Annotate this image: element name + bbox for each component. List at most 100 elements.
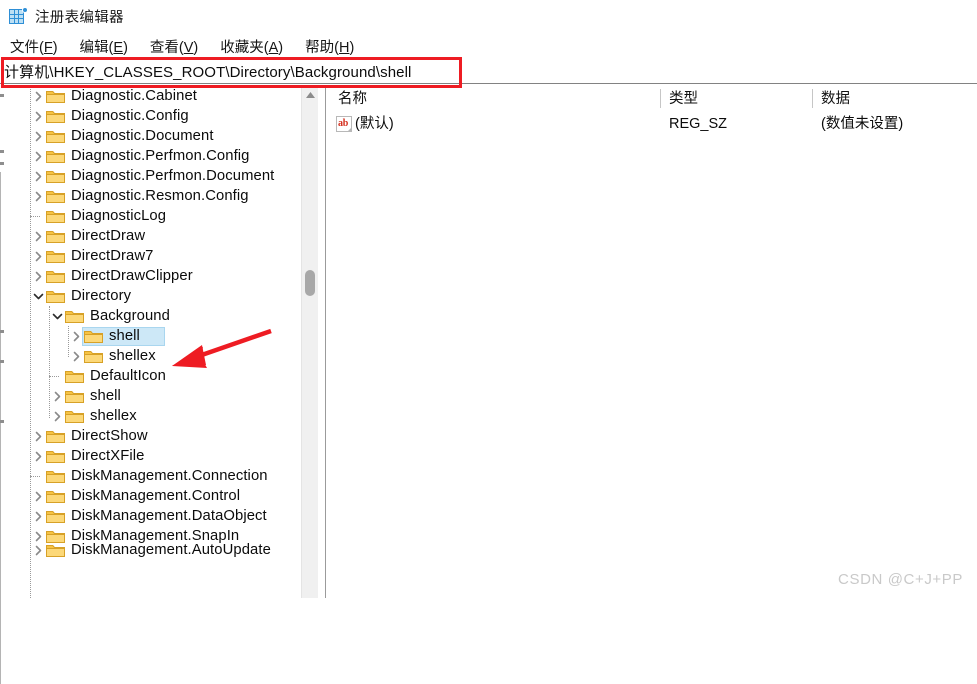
column-header-type[interactable]: 类型 <box>660 86 812 112</box>
chevron-right-icon[interactable] <box>30 226 46 246</box>
menu-favorites[interactable]: 收藏夹(A) <box>220 35 283 58</box>
tree-item-label: Diagnostic.Cabinet <box>71 88 197 104</box>
registry-tree-rows: Diagnostic.Cabinet Diagnostic.Config Diagn… <box>0 86 310 558</box>
tree-item[interactable]: shell <box>0 386 310 406</box>
tree-item[interactable]: Diagnostic.Resmon.Config <box>0 186 310 206</box>
tree-item[interactable]: DiskManagement.Connection <box>0 466 310 486</box>
menu-accelerator: A <box>268 39 279 56</box>
folder-icon <box>46 529 65 544</box>
folder-icon <box>65 409 84 424</box>
pane-splitter[interactable] <box>325 86 327 598</box>
value-type: REG_SZ <box>669 116 728 132</box>
column-separator[interactable] <box>660 89 661 108</box>
tree-item[interactable]: DefaultIcon <box>0 366 310 386</box>
tree-item[interactable]: DiskManagement.AutoUpdate <box>0 542 310 558</box>
folder-icon <box>46 129 65 144</box>
folder-icon <box>46 169 65 184</box>
folder-icon <box>46 429 65 444</box>
tree-item[interactable]: Directory <box>0 286 310 306</box>
tree-item[interactable]: Diagnostic.Document <box>0 126 310 146</box>
folder-icon <box>46 89 65 104</box>
tree-item-label: Diagnostic.Document <box>71 128 214 144</box>
tree-item[interactable]: DirectShow <box>0 426 310 446</box>
chevron-right-icon[interactable] <box>30 506 46 526</box>
registry-values-pane[interactable]: 名称 类型 数据 ab (默认) REG_SZ (数值未设置) <box>329 86 977 598</box>
folder-icon <box>46 543 65 558</box>
tree-item-label: Diagnostic.Perfmon.Config <box>71 148 250 164</box>
chevron-right-icon[interactable] <box>30 540 46 560</box>
tree-item[interactable]: DiagnosticLog <box>0 206 310 226</box>
folder-icon <box>46 269 65 284</box>
chevron-right-icon[interactable] <box>30 146 46 166</box>
tree-item[interactable]: DirectDraw <box>0 226 310 246</box>
window-edge-marker <box>0 420 4 423</box>
tree-item[interactable]: DiskManagement.Control <box>0 486 310 506</box>
menu-help[interactable]: 帮助(H) <box>305 35 354 58</box>
tree-leaf-spacer <box>30 466 46 486</box>
tree-item[interactable]: DirectXFile <box>0 446 310 466</box>
tree-item[interactable]: Diagnostic.Perfmon.Document <box>0 166 310 186</box>
tree-item-label: DiskManagement.Control <box>71 488 241 504</box>
chevron-right-icon[interactable] <box>30 166 46 186</box>
chevron-right-icon[interactable] <box>68 346 84 366</box>
address-bar[interactable]: 计算机\HKEY_CLASSES_ROOT\Directory\Backgrou… <box>0 59 977 84</box>
chevron-right-icon[interactable] <box>30 246 46 266</box>
tree-item[interactable]: Diagnostic.Config <box>0 106 310 126</box>
scroll-up-arrow-icon[interactable] <box>302 86 318 103</box>
chevron-down-icon[interactable] <box>49 306 65 326</box>
tree-item-label: DiagnosticLog <box>71 208 167 224</box>
chevron-right-icon[interactable] <box>30 186 46 206</box>
tree-item-label: DirectDraw <box>71 228 146 244</box>
chevron-right-icon[interactable] <box>30 446 46 466</box>
tree-item[interactable]: DirectDraw7 <box>0 246 310 266</box>
scrollbar-thumb[interactable] <box>305 270 315 296</box>
value-row[interactable]: ab (默认) REG_SZ (数值未设置) <box>329 112 977 136</box>
tree-item-label: Diagnostic.Resmon.Config <box>71 188 249 204</box>
tree-item[interactable]: DiskManagement.DataObject <box>0 506 310 526</box>
tree-item-label: DiskManagement.Connection <box>71 468 268 484</box>
tree-item-label: shell <box>109 328 140 344</box>
title-bar: 注册表编辑器 <box>0 0 977 32</box>
folder-icon <box>84 349 103 364</box>
tree-item-label: DefaultIcon <box>90 368 166 384</box>
registry-tree-pane[interactable]: Diagnostic.Cabinet Diagnostic.Config Diagn… <box>0 86 327 598</box>
chevron-right-icon[interactable] <box>49 406 65 426</box>
menu-edit[interactable]: 编辑(E) <box>80 35 128 58</box>
tree-item-selected[interactable]: shell <box>0 326 310 346</box>
tree-item[interactable]: DirectDrawClipper <box>0 266 310 286</box>
folder-icon <box>46 229 65 244</box>
tree-item-label: Background <box>90 308 170 324</box>
tree-item[interactable]: shellex <box>0 346 310 366</box>
folder-icon <box>46 489 65 504</box>
chevron-down-icon[interactable] <box>30 286 46 306</box>
menu-file[interactable]: 文件(F) <box>10 35 58 58</box>
window-title: 注册表编辑器 <box>35 9 124 26</box>
chevron-right-icon[interactable] <box>49 386 65 406</box>
chevron-right-icon[interactable] <box>30 106 46 126</box>
tree-item[interactable]: Diagnostic.Perfmon.Config <box>0 146 310 166</box>
tree-item-label: Diagnostic.Config <box>71 108 189 124</box>
values-column-header: 名称 类型 数据 <box>329 86 977 112</box>
chevron-right-icon[interactable] <box>30 266 46 286</box>
tree-item[interactable]: shellex <box>0 406 310 426</box>
value-name: (默认) <box>355 116 394 132</box>
column-header-name[interactable]: 名称 <box>329 86 660 112</box>
chevron-right-icon[interactable] <box>30 486 46 506</box>
chevron-right-icon[interactable] <box>68 326 84 346</box>
column-separator[interactable] <box>812 89 813 108</box>
tree-item[interactable]: Background <box>0 306 310 326</box>
tree-vertical-scrollbar[interactable] <box>301 86 318 598</box>
value-data: (数值未设置) <box>821 116 904 132</box>
window-edge-marker <box>0 330 4 333</box>
column-header-data[interactable]: 数据 <box>812 86 977 112</box>
tree-item[interactable]: Diagnostic.Cabinet <box>0 86 310 106</box>
chevron-right-icon[interactable] <box>30 426 46 446</box>
window-left-edge <box>0 172 1 684</box>
tree-item-label: DirectShow <box>71 428 148 444</box>
window-edge-marker <box>0 150 4 153</box>
chevron-right-icon[interactable] <box>30 86 46 106</box>
menu-view[interactable]: 查看(V) <box>150 35 198 58</box>
address-path-text: 计算机\HKEY_CLASSES_ROOT\Directory\Backgrou… <box>4 63 412 81</box>
chevron-right-icon[interactable] <box>30 126 46 146</box>
csdn-watermark: CSDN @C+J+PP <box>838 571 963 588</box>
